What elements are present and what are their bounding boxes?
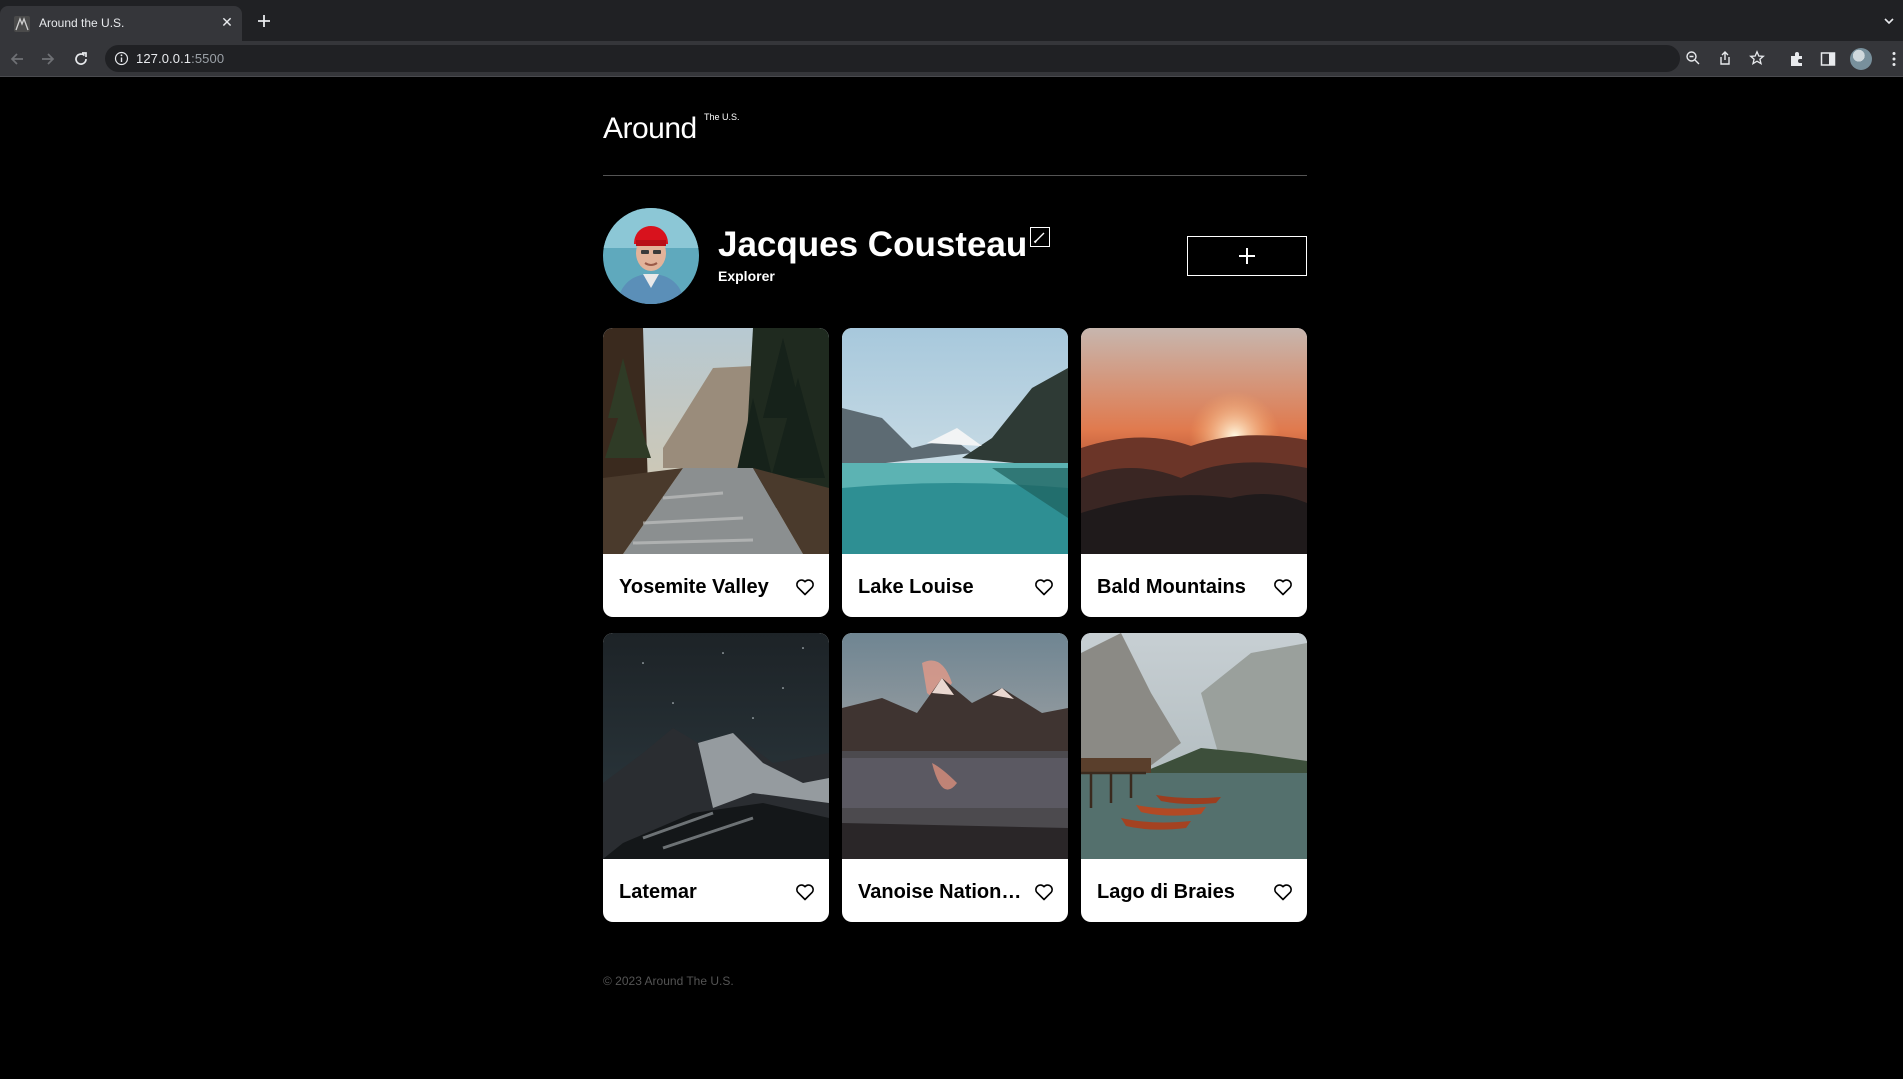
card: Yosemite Valley xyxy=(603,328,829,617)
card: Lake Louise xyxy=(842,328,1068,617)
card-image-latemar[interactable] xyxy=(603,633,829,859)
logo-superscript: The U.S. xyxy=(704,112,740,122)
zoom-icon[interactable] xyxy=(1685,50,1701,66)
browser-toolbar: 127.0.0.1:5500 xyxy=(0,41,1903,77)
card: Latemar xyxy=(603,633,829,922)
browser-tab[interactable]: Around the U.S. ✕ xyxy=(0,6,242,41)
card-image-vanoise-national-park[interactable] xyxy=(842,633,1068,859)
more-menu-icon[interactable] xyxy=(1885,50,1903,68)
site-favicon-icon xyxy=(14,16,30,32)
site-info-icon[interactable] xyxy=(114,51,129,66)
card-image-bald-mountains[interactable] xyxy=(1081,328,1307,554)
address-bar[interactable]: 127.0.0.1:5500 xyxy=(105,45,1765,72)
share-icon[interactable] xyxy=(1717,50,1733,66)
card-image-lake-louise[interactable] xyxy=(842,328,1068,554)
header-divider xyxy=(603,175,1307,176)
plus-icon xyxy=(1239,248,1255,264)
card-image-yosemite-valley[interactable] xyxy=(603,328,829,554)
tab-title: Around the U.S. xyxy=(39,16,125,30)
footer: © 2023 Around The U.S. xyxy=(603,974,734,988)
edit-profile-button[interactable] xyxy=(1030,227,1050,247)
reload-icon[interactable] xyxy=(72,50,90,68)
like-button[interactable] xyxy=(1034,578,1054,596)
add-card-button[interactable] xyxy=(1187,236,1307,276)
page: Around The U.S. Jacques Cousteau Explore… xyxy=(0,78,1903,1079)
like-button[interactable] xyxy=(795,578,815,596)
card-title: Bald Mountains xyxy=(1097,576,1246,598)
profile-job: Explorer xyxy=(718,268,775,284)
like-button[interactable] xyxy=(1034,883,1054,901)
card: Vanoise National Park xyxy=(842,633,1068,922)
side-panel-icon[interactable] xyxy=(1819,50,1837,68)
card: Bald Mountains xyxy=(1081,328,1307,617)
heart-outline-icon xyxy=(1274,579,1292,596)
card-title: Vanoise National Park xyxy=(858,881,1023,903)
heart-outline-icon xyxy=(1035,579,1053,596)
card-title: Lago di Braies xyxy=(1097,881,1235,903)
avatar xyxy=(603,208,699,304)
heart-outline-icon xyxy=(1274,884,1292,901)
like-button[interactable] xyxy=(795,883,815,901)
heart-outline-icon xyxy=(796,884,814,901)
heart-outline-icon xyxy=(796,579,814,596)
card-title: Lake Louise xyxy=(858,576,974,598)
card-image-lago-di-braies[interactable] xyxy=(1081,633,1307,859)
logo: Around The U.S. xyxy=(603,112,740,146)
like-button[interactable] xyxy=(1273,578,1293,596)
pencil-edit-icon xyxy=(1033,232,1045,244)
tab-close-icon[interactable]: ✕ xyxy=(219,13,235,31)
new-tab-icon[interactable] xyxy=(256,13,272,29)
back-arrow-icon[interactable] xyxy=(8,50,26,68)
avatar-image xyxy=(603,208,699,304)
browser-tab-bar: Around the U.S. ✕ xyxy=(0,0,1903,41)
like-button[interactable] xyxy=(1273,883,1293,901)
forward-arrow-icon[interactable] xyxy=(39,50,57,68)
footer-copyright: © 2023 Around The U.S. xyxy=(603,974,734,988)
profile-avatar[interactable] xyxy=(1850,48,1872,70)
url-text: 127.0.0.1:5500 xyxy=(136,51,224,66)
extensions-puzzle-icon[interactable] xyxy=(1788,50,1806,68)
card-title: Yosemite Valley xyxy=(619,576,769,598)
url-host: 127.0.0.1 xyxy=(136,51,192,66)
heart-outline-icon xyxy=(1035,884,1053,901)
logo-text: Around xyxy=(603,112,697,145)
card-title: Latemar xyxy=(619,881,697,903)
url-port: :5500 xyxy=(191,51,225,66)
profile-name: Jacques Cousteau xyxy=(718,225,1028,264)
card: Lago di Braies xyxy=(1081,633,1307,922)
tab-search-chevron-icon[interactable] xyxy=(1883,15,1895,27)
bookmark-star-icon[interactable] xyxy=(1749,50,1765,66)
